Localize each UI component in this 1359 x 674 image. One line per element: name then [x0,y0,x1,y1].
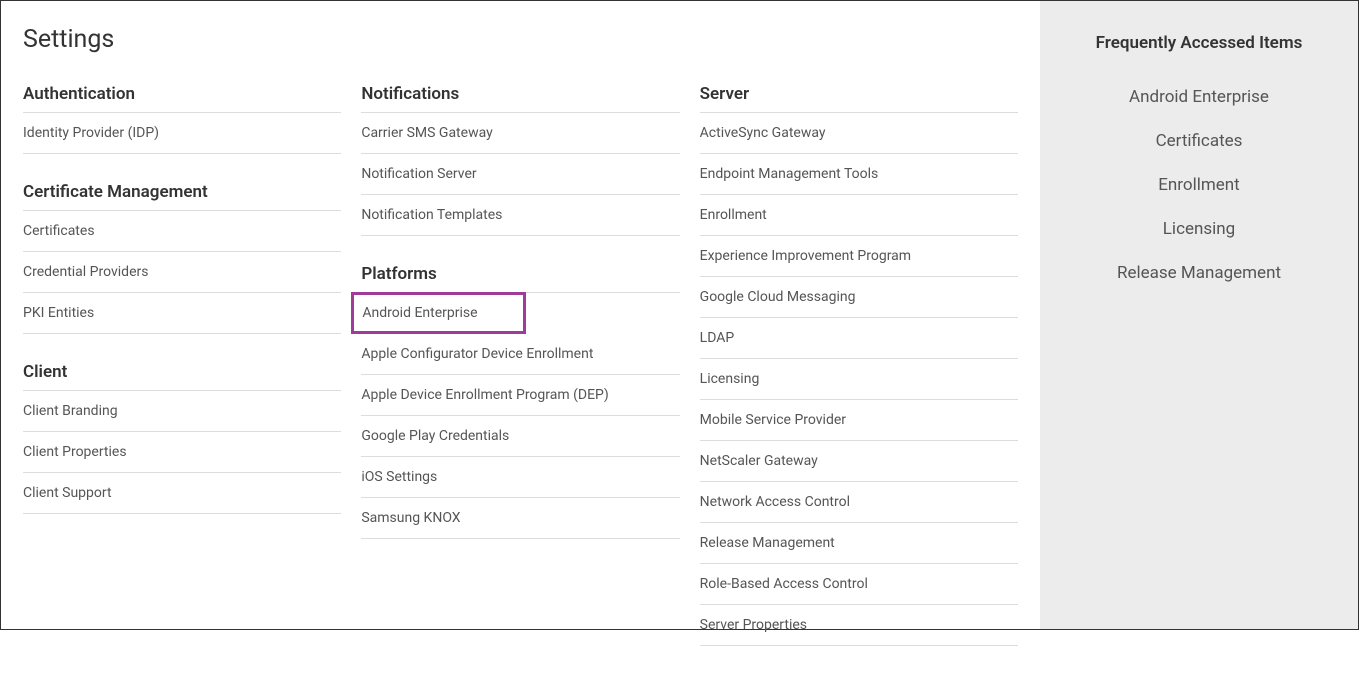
section-certificate-management: Certificate Management Certificates Cred… [23,182,341,334]
item-samsung-knox[interactable]: Samsung KNOX [361,498,679,539]
item-server-properties[interactable]: Server Properties [700,605,1018,646]
item-role-based-access-control[interactable]: Role-Based Access Control [700,564,1018,605]
sidebar-item-certificates[interactable]: Certificates [1056,119,1342,163]
settings-columns: Authentication Identity Provider (IDP) C… [23,84,1018,674]
item-network-access-control[interactable]: Network Access Control [700,482,1018,523]
item-release-management[interactable]: Release Management [700,523,1018,564]
item-android-enterprise[interactable]: Android Enterprise [351,292,525,334]
item-mobile-service-provider[interactable]: Mobile Service Provider [700,400,1018,441]
sidebar-item-release-management[interactable]: Release Management [1056,251,1342,295]
main-content: Settings Authentication Identity Provide… [1,1,1040,629]
section-platforms: Platforms Android Enterprise Apple Confi… [361,264,679,539]
section-heading-certificate-management: Certificate Management [23,182,341,211]
item-identity-provider[interactable]: Identity Provider (IDP) [23,113,341,154]
section-heading-authentication: Authentication [23,84,341,113]
item-netscaler-gateway[interactable]: NetScaler Gateway [700,441,1018,482]
section-server: Server ActiveSync Gateway Endpoint Manag… [700,84,1018,646]
item-certificates[interactable]: Certificates [23,211,341,252]
section-heading-client: Client [23,362,341,391]
item-ios-settings[interactable]: iOS Settings [361,457,679,498]
item-google-play-credentials[interactable]: Google Play Credentials [361,416,679,457]
item-notification-server[interactable]: Notification Server [361,154,679,195]
section-client: Client Client Branding Client Properties… [23,362,341,514]
item-credential-providers[interactable]: Credential Providers [23,252,341,293]
item-client-branding[interactable]: Client Branding [23,391,341,432]
item-pki-entities[interactable]: PKI Entities [23,293,341,334]
column-1: Authentication Identity Provider (IDP) C… [23,84,341,674]
sidebar-item-enrollment[interactable]: Enrollment [1056,163,1342,207]
item-ldap[interactable]: LDAP [700,318,1018,359]
item-enrollment[interactable]: Enrollment [700,195,1018,236]
item-activesync-gateway[interactable]: ActiveSync Gateway [700,113,1018,154]
item-experience-improvement[interactable]: Experience Improvement Program [700,236,1018,277]
item-apple-dep[interactable]: Apple Device Enrollment Program (DEP) [361,375,679,416]
column-2: Notifications Carrier SMS Gateway Notifi… [361,84,679,674]
page-title: Settings [23,25,1018,54]
item-notification-templates[interactable]: Notification Templates [361,195,679,236]
sidebar-frequently-accessed: Frequently Accessed Items Android Enterp… [1040,1,1358,629]
section-heading-platforms: Platforms [361,264,679,293]
sidebar-heading: Frequently Accessed Items [1056,33,1342,53]
item-google-cloud-messaging[interactable]: Google Cloud Messaging [700,277,1018,318]
section-heading-server: Server [700,84,1018,113]
item-endpoint-management-tools[interactable]: Endpoint Management Tools [700,154,1018,195]
section-heading-notifications: Notifications [361,84,679,113]
sidebar-item-android-enterprise[interactable]: Android Enterprise [1056,75,1342,119]
section-notifications: Notifications Carrier SMS Gateway Notifi… [361,84,679,236]
item-client-support[interactable]: Client Support [23,473,341,514]
item-apple-configurator[interactable]: Apple Configurator Device Enrollment [361,334,679,375]
item-licensing[interactable]: Licensing [700,359,1018,400]
item-carrier-sms-gateway[interactable]: Carrier SMS Gateway [361,113,679,154]
item-client-properties[interactable]: Client Properties [23,432,341,473]
section-authentication: Authentication Identity Provider (IDP) [23,84,341,154]
column-3: Server ActiveSync Gateway Endpoint Manag… [700,84,1018,674]
sidebar-item-licensing[interactable]: Licensing [1056,207,1342,251]
